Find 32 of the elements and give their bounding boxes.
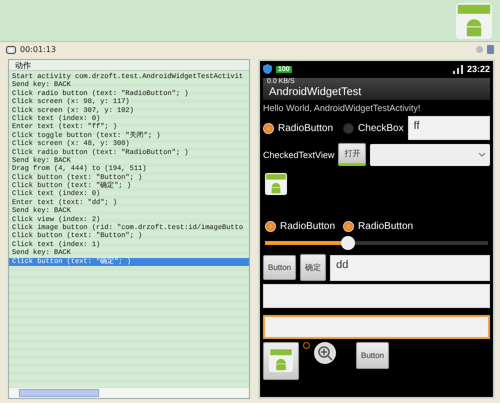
record-icon[interactable] <box>6 46 16 54</box>
text-field[interactable] <box>263 315 490 339</box>
text-field[interactable]: dd <box>330 254 490 280</box>
chevron-down-icon <box>479 152 485 156</box>
checked-text-view[interactable]: CheckedTextView <box>263 150 334 160</box>
android-image <box>269 348 293 372</box>
status-clock: 23:22 <box>466 64 490 74</box>
radio-label[interactable]: RadioButton <box>280 221 336 232</box>
text-field[interactable]: ff <box>408 116 490 140</box>
toggle-button[interactable]: 打开 <box>338 143 366 166</box>
button[interactable]: Button <box>263 255 296 280</box>
button[interactable]: Button <box>356 342 390 369</box>
horizontal-scrollbar[interactable] <box>9 388 249 398</box>
column-header: 动作 <box>9 60 249 71</box>
text-field[interactable] <box>263 284 490 308</box>
radio-label[interactable]: RadioButton <box>278 122 334 134</box>
hello-text: Hello World, AndroidWidgetTestActivity! <box>263 103 422 113</box>
zoom-in-icon[interactable] <box>314 342 336 364</box>
checkbox[interactable] <box>343 122 354 134</box>
radio-button[interactable] <box>303 342 310 349</box>
android-app-icon <box>456 2 492 38</box>
seekbar-thumb[interactable] <box>340 236 354 250</box>
radio-label[interactable]: RadioButton <box>358 221 414 232</box>
android-image <box>265 173 287 195</box>
signal-icon <box>452 64 463 74</box>
app-title: AndroidWidgetTest <box>269 86 362 98</box>
elapsed-time: 00:01:13 <box>20 45 56 54</box>
shield-icon <box>263 64 272 74</box>
dropdown[interactable] <box>370 144 490 166</box>
image-button[interactable] <box>263 342 299 380</box>
checkbox-label[interactable]: CheckBox <box>358 122 404 134</box>
confirm-button[interactable]: 确定 <box>300 254 326 281</box>
